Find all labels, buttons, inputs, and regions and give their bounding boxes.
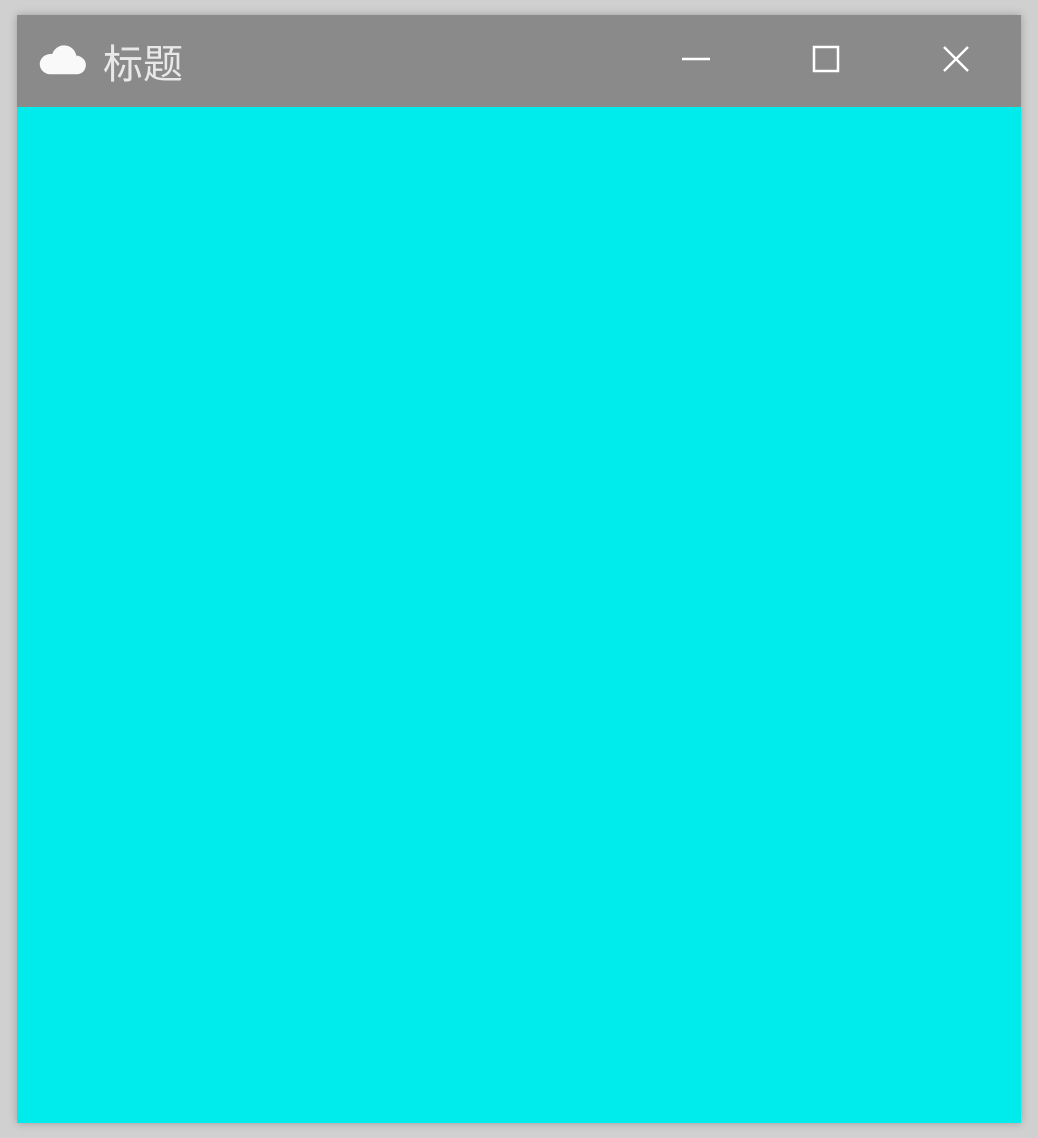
- maximize-icon: [808, 41, 844, 82]
- titlebar[interactable]: 标题: [17, 15, 1021, 107]
- app-window: 标题: [17, 15, 1021, 1123]
- window-title: 标题: [103, 32, 183, 90]
- minimize-button[interactable]: [631, 15, 761, 107]
- content-area: [17, 107, 1021, 1123]
- window-controls: [631, 15, 1021, 107]
- close-icon: [938, 41, 974, 82]
- titlebar-left: 标题: [39, 32, 631, 90]
- close-button[interactable]: [891, 15, 1021, 107]
- cloud-icon: [39, 41, 89, 81]
- minimize-icon: [678, 41, 714, 82]
- maximize-button[interactable]: [761, 15, 891, 107]
